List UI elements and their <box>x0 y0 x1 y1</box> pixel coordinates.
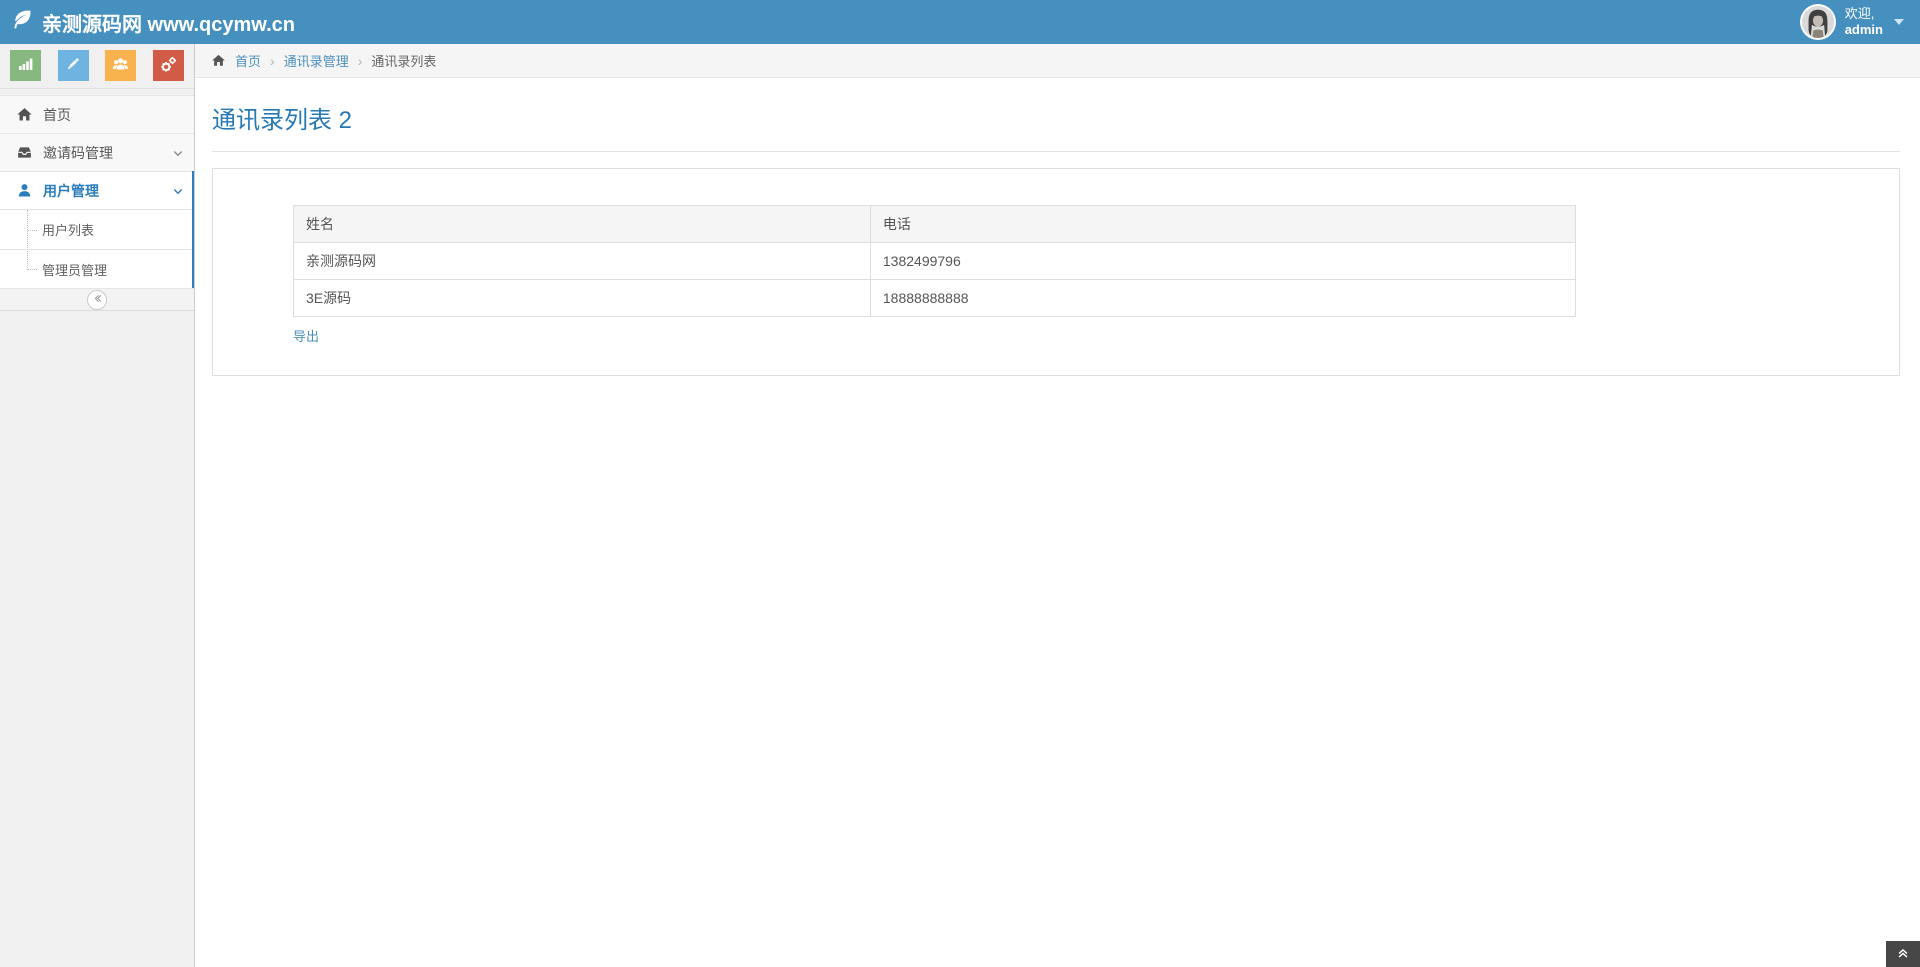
main-area: 首页 › 通讯录管理 › 通讯录列表 通讯录列表 2 姓名 电话 <box>195 44 1920 967</box>
username: admin <box>1845 22 1883 37</box>
column-header-phone: 电话 <box>870 206 1575 243</box>
contacts-table: 姓名 电话 亲测源码网 1382499796 3E源码 18888888888 <box>293 205 1576 317</box>
home-icon <box>16 106 33 123</box>
sidebar-subitem-admin-management[interactable]: 管理员管理 <box>0 249 194 288</box>
breadcrumb: 首页 › 通讯录管理 › 通讯录列表 <box>195 44 1920 78</box>
users-group-icon <box>112 56 129 75</box>
shortcut-users-button[interactable] <box>105 50 136 81</box>
shortcut-settings-button[interactable] <box>153 50 184 81</box>
cell-name: 亲测源码网 <box>294 243 871 280</box>
user-icon <box>16 182 33 199</box>
chart-bars-icon <box>18 56 34 75</box>
shortcut-edit-button[interactable] <box>58 50 89 81</box>
breadcrumb-link-contacts-management[interactable]: 通讯录管理 <box>284 51 349 70</box>
sidebar-menu: 首页 邀请码管理 <box>0 95 194 288</box>
top-navbar: 亲测源码网 www.qcymw.cn 欢迎, admin <box>0 0 1920 44</box>
double-chevron-left-icon <box>92 292 103 307</box>
gears-icon <box>160 56 177 76</box>
sidebar-item-user-management[interactable]: 用户管理 <box>0 171 194 209</box>
table-header-row: 姓名 电话 <box>294 206 1576 243</box>
sidebar-item-label: 首页 <box>43 105 184 125</box>
sidebar-active-group: 用户管理 用户列表 管理员管理 <box>0 171 194 288</box>
brand-text: 亲测源码网 www.qcymw.cn <box>42 8 295 37</box>
sidebar-item-label: 邀请码管理 <box>43 143 162 163</box>
breadcrumb-separator: › <box>358 53 363 69</box>
welcome-text: 欢迎, admin <box>1845 6 1883 39</box>
scroll-top-button[interactable] <box>1886 941 1920 967</box>
sidebar-item-invite-codes[interactable]: 邀请码管理 <box>0 133 194 171</box>
avatar <box>1800 4 1836 40</box>
sidebar-subitem-label: 用户列表 <box>42 220 94 239</box>
home-icon <box>211 53 226 68</box>
user-menu[interactable]: 欢迎, admin <box>1800 4 1904 40</box>
sidebar-item-label: 用户管理 <box>43 181 162 201</box>
table-row: 3E源码 18888888888 <box>294 280 1576 317</box>
caret-down-icon <box>1894 19 1904 25</box>
cell-name: 3E源码 <box>294 280 871 317</box>
cell-phone: 1382499796 <box>870 243 1575 280</box>
inbox-icon <box>16 144 33 161</box>
shortcut-chart-button[interactable] <box>10 50 41 81</box>
table-row: 亲测源码网 1382499796 <box>294 243 1576 280</box>
sidebar-collapse-button[interactable] <box>87 290 107 310</box>
sidebar: 首页 邀请码管理 <box>0 44 195 967</box>
breadcrumb-separator: › <box>270 53 275 69</box>
page-title: 通讯录列表 2 <box>212 100 1900 135</box>
export-link[interactable]: 导出 <box>293 326 319 345</box>
sidebar-submenu: 用户列表 管理员管理 <box>0 209 194 288</box>
leaf-icon <box>12 8 34 36</box>
breadcrumb-link-home[interactable]: 首页 <box>235 51 261 70</box>
sidebar-subitem-label: 管理员管理 <box>42 260 107 279</box>
page-content: 通讯录列表 2 姓名 电话 亲测源码网 1382499796 <box>195 100 1920 376</box>
breadcrumb-current: 通讯录列表 <box>371 51 436 70</box>
column-header-name: 姓名 <box>294 206 871 243</box>
sidebar-collapse-row <box>0 288 194 311</box>
sidebar-shortcuts <box>0 44 194 89</box>
chevron-down-icon <box>172 147 184 159</box>
brand-link[interactable]: 亲测源码网 www.qcymw.cn <box>12 8 295 37</box>
sidebar-subitem-user-list[interactable]: 用户列表 <box>0 210 194 249</box>
double-chevron-up-icon <box>1896 946 1910 963</box>
welcome-label: 欢迎, <box>1845 6 1875 21</box>
pencil-icon <box>65 56 81 75</box>
cell-phone: 18888888888 <box>870 280 1575 317</box>
chevron-down-icon <box>172 185 184 197</box>
page-header: 通讯录列表 2 <box>212 100 1900 152</box>
contacts-panel: 姓名 电话 亲测源码网 1382499796 3E源码 18888888888 <box>212 168 1900 376</box>
sidebar-item-home[interactable]: 首页 <box>0 95 194 133</box>
